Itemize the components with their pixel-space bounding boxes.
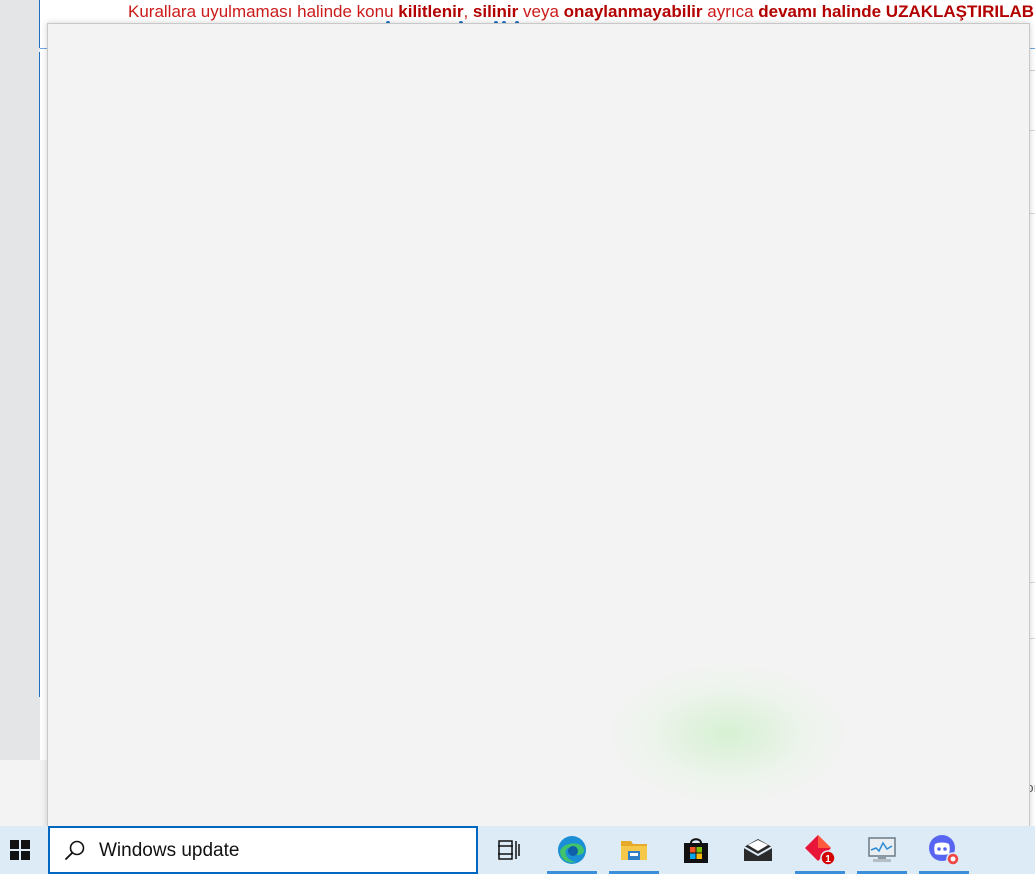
taskbar-search-box[interactable]: Windows update [48,826,478,874]
notice-sep: , [463,2,473,21]
file-explorer-icon [621,841,647,860]
notice-text-3: ayrıca [702,2,759,21]
windows-logo-icon [10,840,30,860]
edge-button[interactable] [547,826,597,874]
panel-glow [608,664,848,804]
notice-bold-ban: devamı halinde UZAKLAŞTIRILAB [758,2,1035,21]
notice-bold-deleted: silinir [472,2,519,21]
mail-icon [743,839,773,861]
discord-icon [929,835,960,866]
notice-text-1: Kurallara uyulmaması halinde konu [128,2,399,21]
task-view-button[interactable] [484,826,534,874]
rules-notice: Kurallara uyulmaması halinde konu kilitl… [128,1,1034,23]
task-manager-icon [868,837,896,862]
search-icon [65,840,85,860]
app-badge-icon: 1 [805,835,836,866]
task-view-icon [498,840,520,860]
microsoft-store-icon [684,838,708,863]
file-explorer-button[interactable] [609,826,659,874]
content-border [39,52,40,697]
notice-bold-unapproved: onaylanmayabilir [563,2,703,21]
content-border-top [39,0,40,48]
microsoft-store-button[interactable] [671,826,721,874]
search-flyout-panel[interactable] [47,23,1030,828]
taskbar: Windows update 1 [0,826,1035,874]
notice-bold-locked: kilitlenir [398,2,464,21]
mail-button[interactable] [733,826,783,874]
start-button[interactable] [0,826,40,874]
search-input[interactable]: Windows update [99,840,239,862]
left-strip-lower [0,760,48,826]
notice-text-2: veya [518,2,564,21]
left-strip [0,0,40,760]
desktop: Kurallara uyulmaması halinde konu kilitl… [0,0,1035,874]
edge-icon [558,836,586,864]
task-manager-button[interactable] [857,826,907,874]
notification-badge-count: 1 [825,854,831,865]
discord-button[interactable] [919,826,969,874]
notification-app-button[interactable]: 1 [795,826,845,874]
